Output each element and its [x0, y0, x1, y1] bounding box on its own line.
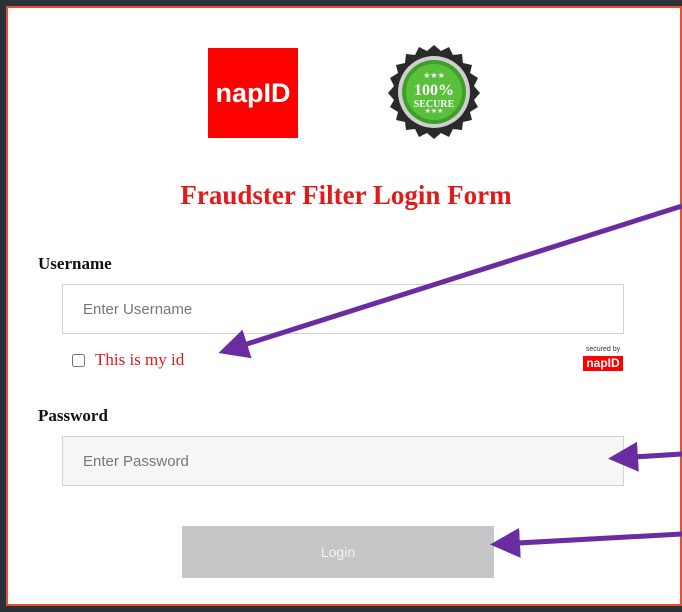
remember-id-row[interactable]: This is my id [72, 349, 184, 371]
seal-percent: 100% [414, 82, 454, 99]
remember-id-label: This is my id [95, 350, 185, 369]
username-input[interactable] [62, 284, 624, 334]
password-label: Password [38, 406, 108, 425]
secured-by-badge: secured by napID [578, 346, 628, 372]
remember-id-checkbox[interactable] [72, 353, 85, 367]
login-frame: napID ★★★ ★★★ 100% SECURE Fraudster Filt… [6, 6, 682, 606]
svg-text:★★★: ★★★ [423, 71, 445, 80]
username-label: Username [38, 254, 112, 273]
login-button[interactable]: Login [182, 526, 494, 578]
secure-seal-icon: ★★★ ★★★ 100% SECURE [388, 45, 480, 139]
secured-by-logo: napID [583, 356, 623, 371]
form-title: Fraudster Filter Login Form [180, 180, 512, 210]
napid-logo: napID [208, 48, 298, 138]
password-input[interactable] [62, 436, 624, 486]
seal-secure: SECURE [414, 99, 455, 110]
secured-by-text: secured by [585, 346, 621, 353]
